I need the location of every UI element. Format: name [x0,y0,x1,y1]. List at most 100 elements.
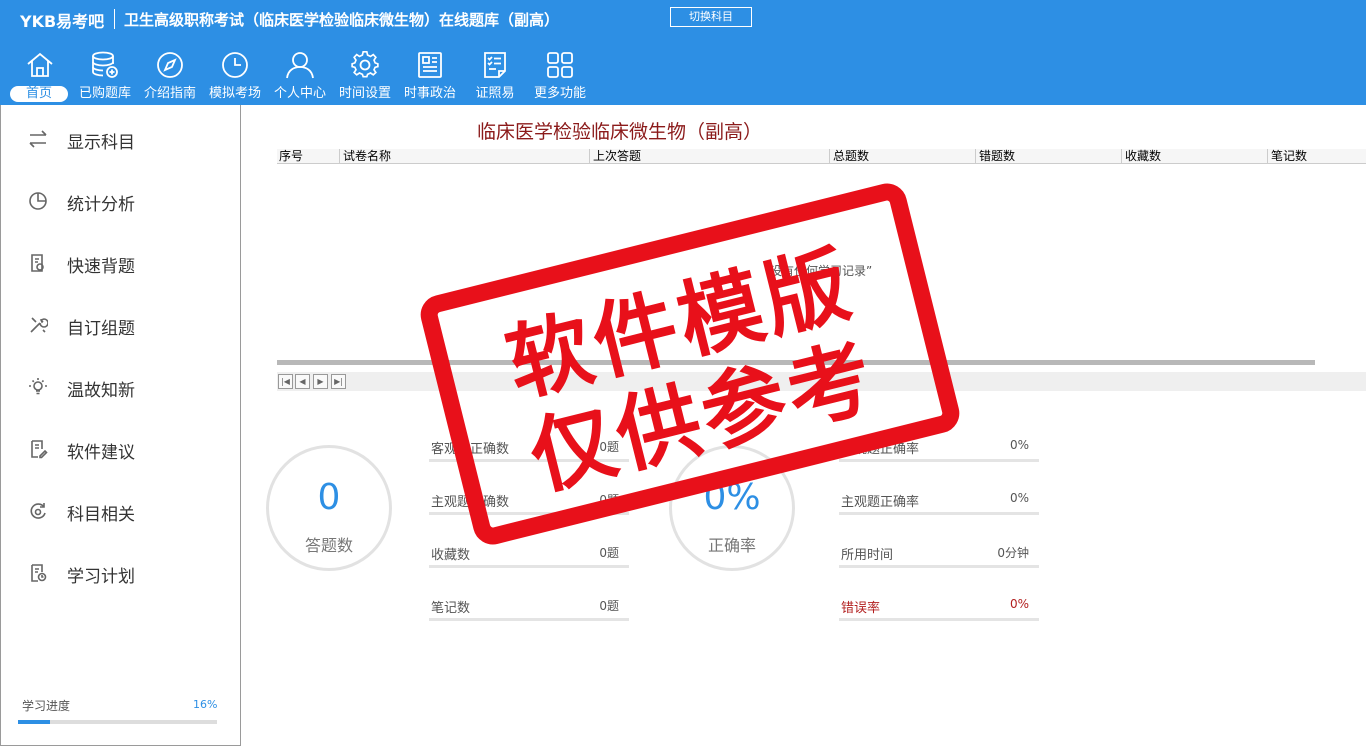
sidebar-item-label: 显示科目 [67,133,135,153]
horizontal-scrollbar[interactable] [277,360,1315,365]
clock-icon [222,52,248,78]
column-divider [975,149,976,163]
stat-label: 主观题正确数 [431,495,510,510]
column-divider [829,149,830,163]
home-icon [27,52,53,77]
top-header: YKB易考吧 卫生高级职称考试（临床医学检验临床微生物）在线题库（副高） 切换科… [0,0,1366,105]
stat-objective-correct: 客观题正确数 0题 [429,434,629,462]
nav-politics[interactable]: 时事政治 [398,48,462,104]
sidebar-item-label: 统计分析 [67,195,135,215]
column-divider [1121,149,1122,163]
column-header[interactable]: 总题数 [833,149,869,163]
nav-mock-label: 模拟考场 [208,86,261,101]
nav-cert-label: 证照易 [475,86,515,101]
column-header[interactable]: 笔记数 [1271,149,1307,163]
sidebar-item-label: 温故知新 [67,381,135,401]
nav-purchased-label: 已购题库 [78,86,131,101]
sidebar-item-quick-review[interactable]: 快速背题 [1,243,240,283]
nav-home[interactable]: 首页 [8,48,72,104]
sidebar-item-custom-quiz[interactable]: 自订组题 [1,305,240,345]
stat-label: 所用时间 [841,548,894,563]
sidebar-item-label: 软件建议 [67,443,135,463]
sidebar-item-feedback[interactable]: 软件建议 [1,429,240,469]
edit-document-icon [31,440,48,459]
answered-count-circle: 0 答题数 [266,445,392,571]
sidebar-item-related[interactable]: 科目相关 [1,491,240,531]
sidebar-item-statistics[interactable]: 统计分析 [1,181,240,221]
records-table-header: 序号 试卷名称 上次答题 总题数 错题数 收藏数 笔记数 [277,149,1366,164]
stat-label: 主观题正确率 [841,495,920,510]
next-page-button[interactable]: ▶ [313,374,328,389]
stat-objective-rate: 客观题正确率 0% [839,434,1039,462]
plan-document-icon [31,564,47,582]
user-icon [286,52,314,79]
study-progress-label: 学习进度 [22,699,71,713]
refresh-circle-icon [30,503,46,519]
stat-value: 0题 [599,440,619,454]
first-page-button[interactable]: |◀ [278,374,293,389]
stat-value: 0题 [599,546,619,560]
sidebar-item-review[interactable]: 温故知新 [1,367,240,407]
answered-count-label: 答题数 [304,536,353,555]
stat-label: 收藏数 [431,548,471,563]
stat-label: 笔记数 [431,601,471,616]
swap-arrows-icon [29,130,47,148]
main-nav: 首页 已购题库 介绍指南 模拟考场 个人中心 时间设置 时事政治 证照易 更多功… [8,48,593,104]
brand-divider [114,9,115,29]
brand-logo: YKB易考吧 [20,12,105,31]
stat-notes: 笔记数 0题 [429,593,629,621]
study-progress-bar [18,720,217,724]
watermark-line-1: 软件模版 [497,234,863,415]
stat-subjective-rate: 主观题正确率 0% [839,487,1039,515]
nav-time[interactable]: 时间设置 [333,48,397,104]
sidebar-item-label: 快速背题 [67,257,135,277]
column-divider [1267,149,1268,163]
exam-title: 临床医学检验临床微生物（副高） [477,121,763,143]
stat-time-used: 所用时间 0分钟 [839,540,1039,568]
column-header[interactable]: 试卷名称 [343,149,391,163]
nav-cert[interactable]: 证照易 [463,48,527,104]
nav-user-label: 个人中心 [273,86,326,101]
sidebar-item-label: 学习计划 [67,567,135,587]
accuracy-label: 正确率 [707,536,756,555]
stat-value: 0题 [599,599,619,613]
table-pager: |◀ ◀ ▶ ▶| [277,372,1366,391]
nav-time-label: 时间设置 [338,86,391,101]
sidebar: 显示科目 统计分析 快速背题 自订组题 温故知新 软件建议 科目相关 学习计划 … [0,105,241,746]
nav-home-label: 首页 [10,86,68,102]
column-divider [589,149,590,163]
stat-value: 0% [1009,491,1029,505]
nav-more[interactable]: 更多功能 [528,48,592,104]
column-header[interactable]: 上次答题 [593,149,641,163]
nav-guide[interactable]: 介绍指南 [138,48,202,104]
nav-mock[interactable]: 模拟考场 [203,48,267,104]
nav-purchased[interactable]: 已购题库 [73,48,137,104]
stat-value: 0% [1009,597,1029,611]
stat-favorites: 收藏数 0题 [429,540,629,568]
column-header[interactable]: 序号 [279,149,303,163]
app-title: 卫生高级职称考试（临床医学检验临床微生物）在线题库（副高） [124,11,560,29]
switch-subject-button[interactable]: 切换科目 [670,7,752,27]
nav-user[interactable]: 个人中心 [268,48,332,104]
sidebar-item-study-plan[interactable]: 学习计划 [1,553,240,593]
nav-politics-label: 时事政治 [403,86,456,101]
answered-count-value: 0 [317,477,341,518]
accuracy-circle: 0% 正确率 [669,445,795,571]
accuracy-value: 0% [703,477,761,518]
stat-value: 0分钟 [997,546,1029,560]
grid-icon [547,52,573,78]
stat-value: 0题 [599,493,619,507]
study-progress-value: 16% [193,698,218,711]
stat-subjective-correct: 主观题正确数 0题 [429,487,629,515]
column-header[interactable]: 收藏数 [1125,149,1161,163]
last-page-button[interactable]: ▶| [331,374,346,389]
column-header[interactable]: 错题数 [979,149,1015,163]
database-icon [92,51,118,78]
prev-page-button[interactable]: ◀ [295,374,310,389]
stat-error-rate: 错误率 0% [839,593,1039,621]
tools-icon [30,317,48,333]
column-divider [339,149,340,163]
sidebar-item-show-subject[interactable]: 显示科目 [1,119,240,159]
nav-guide-label: 介绍指南 [143,86,196,101]
stat-label: 错误率 [841,601,881,616]
